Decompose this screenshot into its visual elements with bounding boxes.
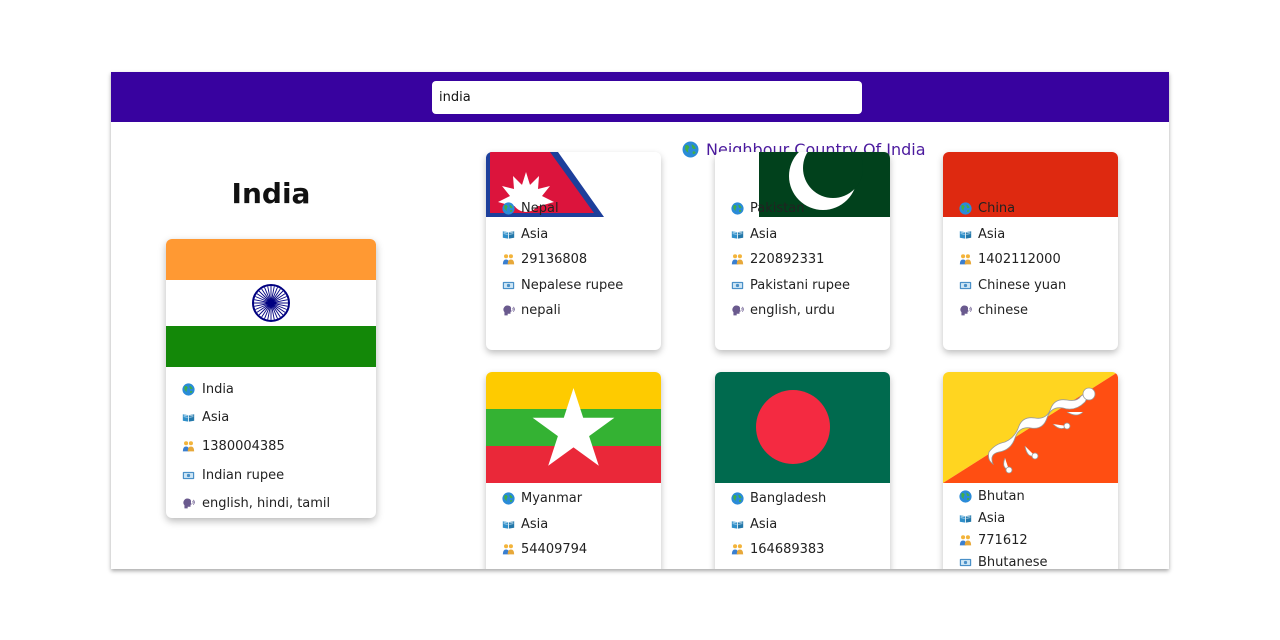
detail-row-population: 1402112000: [959, 247, 1066, 273]
detail-row-population: 771612: [959, 529, 1047, 551]
speech-icon: [959, 304, 972, 317]
bhutan-flag: [943, 372, 1118, 483]
neighbour-details: Nepal Asia 29136808 Nepalese rupee nepal…: [502, 196, 623, 324]
book-icon: [731, 518, 744, 531]
money-icon: [731, 279, 744, 292]
globe-icon: [731, 202, 744, 215]
neighbour-card-pakistan[interactable]: Pakistan Asia 220892331 Pakistani rupee …: [715, 152, 890, 350]
detail-row-name: China: [959, 196, 1066, 222]
people-icon: [182, 440, 195, 453]
neighbour-card-bhutan[interactable]: Bhutan Asia 771612 Bhutanese: [943, 372, 1118, 569]
speech-icon: [502, 304, 515, 317]
myanmar-flag: [486, 372, 661, 483]
speech-icon: [182, 497, 195, 510]
detail-row-currency: Chinese yuan: [959, 273, 1066, 299]
neighbour-details: Pakistan Asia 220892331 Pakistani rupee …: [731, 196, 850, 324]
neighbour-details: Myanmar Asia 54409794: [502, 486, 587, 563]
neighbour-card-bangladesh[interactable]: Bangladesh Asia 164689383: [715, 372, 890, 569]
globe-icon: [182, 383, 195, 396]
book-icon: [502, 228, 515, 241]
globe-icon: [502, 202, 515, 215]
money-icon: [182, 469, 195, 482]
detail-row-name: Myanmar: [502, 486, 587, 512]
detail-row-currency: Bhutanese: [959, 551, 1047, 569]
bangladesh-flag: [715, 372, 890, 483]
app-window: Neighbour Country Of India India: [111, 72, 1169, 569]
detail-row-region: Asia: [502, 222, 623, 248]
money-icon: [959, 556, 972, 569]
neighbour-details: China Asia 1402112000 Chinese yuan chine…: [959, 196, 1066, 324]
globe-icon: [502, 492, 515, 505]
book-icon: [182, 411, 195, 424]
detail-row-currency: Indian rupee: [182, 461, 330, 490]
globe-icon: [959, 202, 972, 215]
people-icon: [502, 543, 515, 556]
main-country-details: India Asia 1380004385 Indian rupee engli…: [182, 375, 330, 518]
detail-row-name: Pakistan: [731, 196, 850, 222]
search-input[interactable]: [432, 81, 862, 114]
globe-icon: [959, 490, 972, 503]
people-icon: [731, 253, 744, 266]
detail-row-name: India: [182, 375, 330, 404]
people-icon: [959, 253, 972, 266]
india-flag: [166, 239, 376, 367]
neighbour-card-myanmar[interactable]: Myanmar Asia 54409794: [486, 372, 661, 569]
detail-row-population: 54409794: [502, 537, 587, 563]
detail-row-region: Asia: [959, 222, 1066, 248]
people-icon: [502, 253, 515, 266]
book-icon: [959, 228, 972, 241]
detail-row-population: 220892331: [731, 247, 850, 273]
book-icon: [959, 512, 972, 525]
neighbour-card-nepal[interactable]: Nepal Asia 29136808 Nepalese rupee nepal…: [486, 152, 661, 350]
neighbour-card-china[interactable]: China Asia 1402112000 Chinese yuan chine…: [943, 152, 1118, 350]
detail-row-currency: Nepalese rupee: [502, 273, 623, 299]
detail-row-population: 164689383: [731, 537, 826, 563]
detail-row-currency: Pakistani rupee: [731, 273, 850, 299]
detail-row-population: 29136808: [502, 247, 623, 273]
globe-icon: [731, 492, 744, 505]
detail-row-region: Asia: [959, 507, 1047, 529]
detail-row-region: Asia: [182, 404, 330, 433]
book-icon: [731, 228, 744, 241]
detail-row-languages: nepali: [502, 298, 623, 324]
detail-row-languages: english, hindi, tamil: [182, 489, 330, 518]
main-country-card[interactable]: India Asia 1380004385 Indian rupee engli…: [166, 239, 376, 518]
people-icon: [731, 543, 744, 556]
detail-row-region: Asia: [731, 512, 826, 538]
money-icon: [502, 279, 515, 292]
detail-row-population: 1380004385: [182, 432, 330, 461]
neighbour-details: Bangladesh Asia 164689383: [731, 486, 826, 563]
speech-icon: [731, 304, 744, 317]
detail-row-region: Asia: [502, 512, 587, 538]
detail-row-name: Nepal: [502, 196, 623, 222]
book-icon: [502, 518, 515, 531]
top-bar: [111, 72, 1169, 122]
detail-row-region: Asia: [731, 222, 850, 248]
detail-row-name: Bhutan: [959, 485, 1047, 507]
main-country-title: India: [231, 177, 311, 210]
neighbour-details: Bhutan Asia 771612 Bhutanese: [959, 485, 1047, 569]
globe-icon: [682, 141, 699, 158]
people-icon: [959, 534, 972, 547]
detail-row-name: Bangladesh: [731, 486, 826, 512]
detail-row-languages: english, urdu: [731, 298, 850, 324]
detail-row-languages: chinese: [959, 298, 1066, 324]
money-icon: [959, 279, 972, 292]
